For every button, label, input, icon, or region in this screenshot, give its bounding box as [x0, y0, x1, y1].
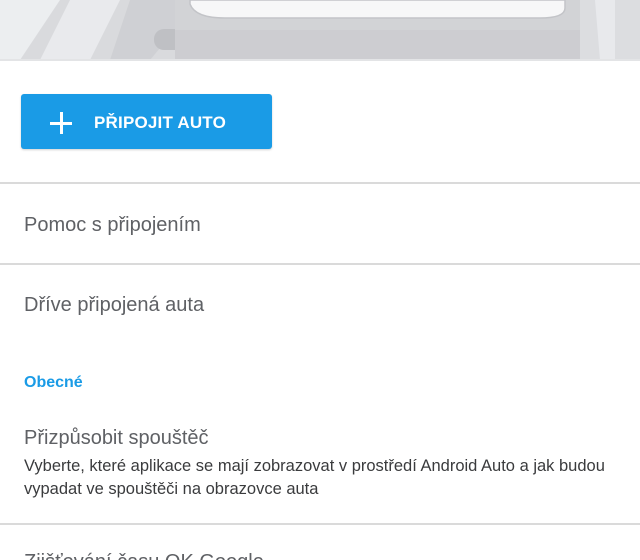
- android-auto-settings-screen: PŘIPOJIT AUTO Pomoc s připojením Dříve p…: [0, 0, 640, 560]
- car-dashboard-illustration: [0, 0, 640, 60]
- divider: [0, 263, 640, 265]
- section-header-general: Obecné: [24, 374, 83, 391]
- connect-car-button-label: PŘIPOJIT AUTO: [94, 113, 227, 132]
- divider: [0, 523, 640, 525]
- divider: [0, 182, 640, 184]
- previously-connected-cars-item[interactable]: Dříve připojená auta: [24, 293, 204, 317]
- header-divider: [0, 59, 640, 61]
- customize-launcher-title[interactable]: Přizpůsobit spouštěč: [24, 426, 209, 450]
- customize-launcher-subtitle: Vyberte, které aplikace se mají zobrazov…: [24, 457, 605, 498]
- header-illustration: [0, 0, 640, 60]
- ok-google-detection-item[interactable]: Zjišťování času OK Google: [24, 550, 264, 560]
- plus-icon: [50, 112, 72, 134]
- connection-help-item[interactable]: Pomoc s připojením: [24, 213, 201, 237]
